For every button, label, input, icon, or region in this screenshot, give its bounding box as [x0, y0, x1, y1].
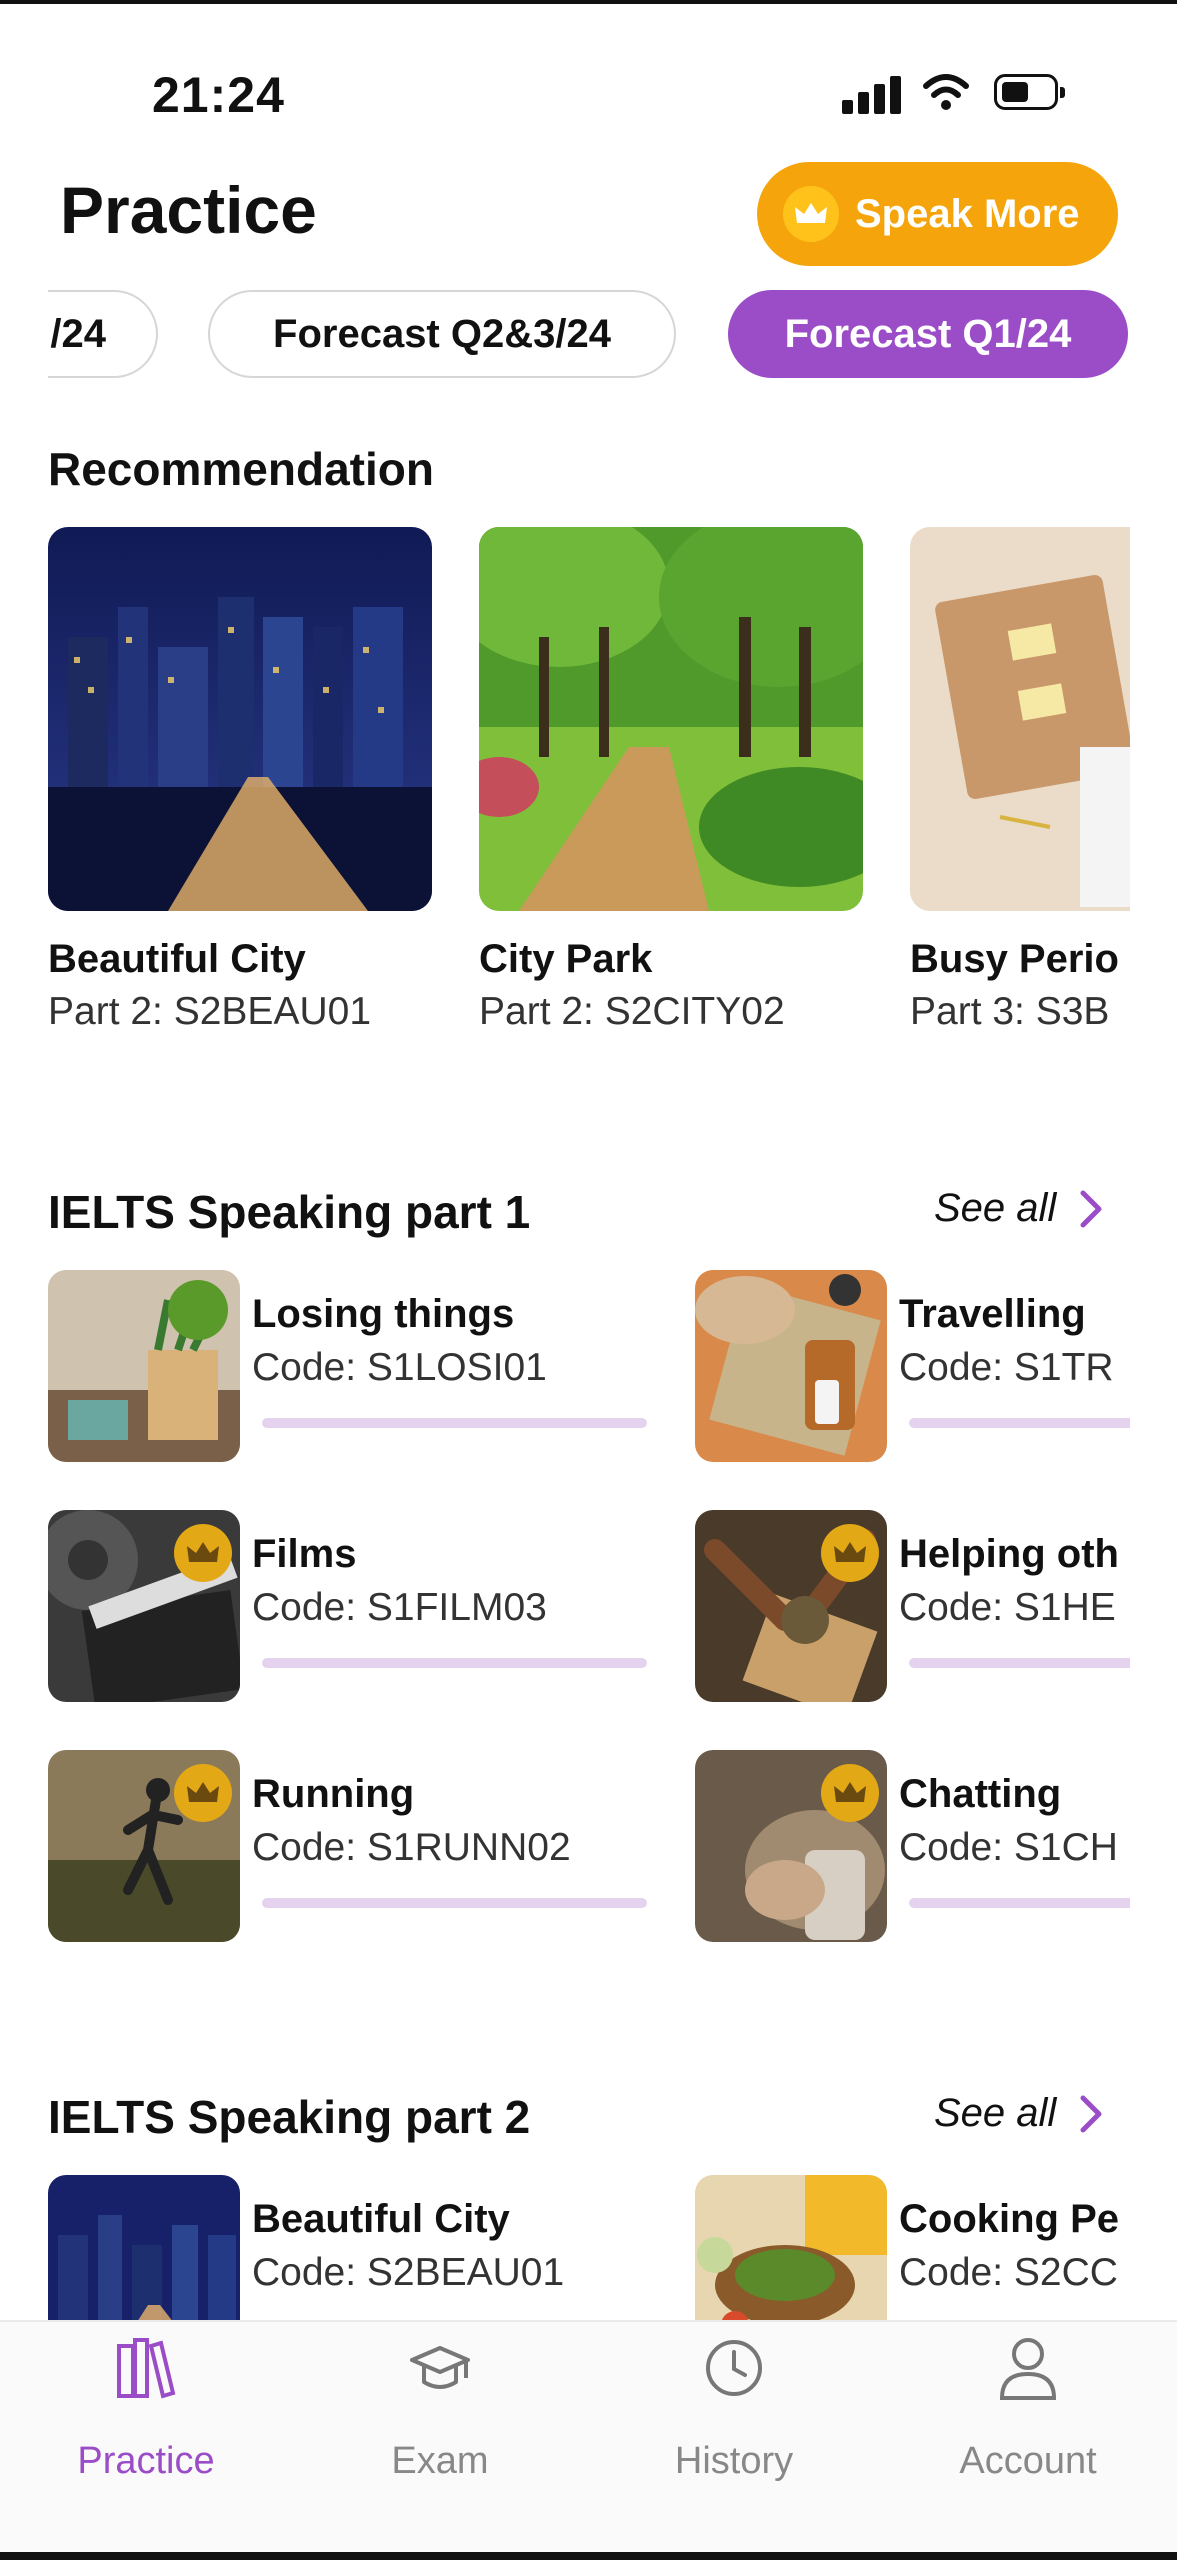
- nav-label: Practice: [77, 2440, 215, 2482]
- recommendation-card[interactable]: City Park Part 2: S2CITY02: [479, 527, 863, 1034]
- chevron-right-icon: [1080, 1190, 1102, 1227]
- lesson-code: Code: S1TR: [899, 1346, 1114, 1389]
- wifi-icon: [923, 74, 969, 110]
- lesson-title: Losing things: [252, 1292, 515, 1336]
- bottom-edge: [0, 2552, 1177, 2560]
- battery-icon: [994, 74, 1065, 110]
- progress-bar: [909, 1898, 1130, 1908]
- page-title: Practice: [60, 173, 317, 247]
- recommendation-title-text: City Park: [479, 937, 653, 981]
- clock-icon: [706, 2340, 762, 2396]
- see-all-label: See all: [934, 1186, 1057, 1230]
- crown-icon: [174, 1524, 232, 1582]
- progress-bar: [262, 1898, 647, 1908]
- lesson-title: Cooking Pe: [899, 2197, 1120, 2241]
- lesson-code: Code: S1LOSI01: [252, 1346, 547, 1389]
- lesson-title: Helping oth: [899, 1532, 1119, 1576]
- lesson-code: Code: S1FILM03: [252, 1586, 547, 1629]
- recommendation-card[interactable]: Busy Perio Part 3: S3B: [910, 527, 1130, 1034]
- progress-bar: [909, 1658, 1130, 1668]
- desk-organizer-image: [48, 1270, 240, 1462]
- cooking-image: [695, 2175, 887, 2320]
- recommendation-card[interactable]: Beautiful City Part 2: S2BEAU01: [48, 527, 432, 1034]
- nav-practice[interactable]: Practice: [36, 2322, 256, 2522]
- lesson-title: Beautiful City: [252, 2197, 510, 2241]
- donation-box-image: [695, 1510, 887, 1702]
- lesson-title: Films: [252, 1532, 357, 1576]
- lesson-item[interactable]: Running Code: S1RUNN02: [48, 1750, 648, 1944]
- speak-more-button[interactable]: Speak More: [757, 162, 1118, 266]
- recommendation-title: Recommendation: [48, 443, 434, 495]
- lesson-title: Chatting: [899, 1772, 1062, 1816]
- lesson-code: Code: S2CC: [899, 2251, 1118, 2294]
- recommendation-title-text: Busy Perio: [910, 937, 1119, 981]
- park-image: [479, 527, 863, 911]
- lesson-code: Code: S1RUNN02: [252, 1826, 571, 1869]
- lesson-item[interactable]: Losing things Code: S1LOSI01: [48, 1270, 648, 1464]
- lesson-title: Running: [252, 1772, 415, 1816]
- chevron-right-icon: [1080, 2095, 1102, 2132]
- lesson-item[interactable]: Beautiful City Code: S2BEAU01: [48, 2175, 648, 2320]
- nav-label: History: [674, 2440, 794, 2482]
- nav-exam[interactable]: Exam: [330, 2322, 550, 2522]
- books-icon: [117, 2338, 176, 2399]
- lesson-title: Travelling: [899, 1292, 1086, 1336]
- phone-chat-image: [695, 1750, 887, 1942]
- nav-history[interactable]: History: [624, 2322, 844, 2522]
- recommendation-list: Beautiful City Part 2: S2BEAU01 City Par…: [48, 527, 1130, 1047]
- status-time: 21:24: [152, 67, 285, 123]
- lesson-code: Code: S1HE: [899, 1586, 1116, 1629]
- lesson-item[interactable]: Chatting Code: S1CH: [695, 1750, 1130, 1944]
- recommendation-code: Part 2: S2BEAU01: [48, 990, 372, 1033]
- speaking-part2-see-all[interactable]: See all: [934, 2091, 1104, 2136]
- signal-icon: [842, 76, 902, 114]
- progress-bar: [262, 1418, 647, 1428]
- recommendation-code: Part 2: S2CITY02: [479, 990, 785, 1033]
- chip-label: /24: [50, 311, 106, 356]
- notebook-desk-image: [910, 527, 1130, 911]
- chip-previous-forecast[interactable]: /24: [48, 290, 158, 378]
- nav-account[interactable]: Account: [918, 2322, 1138, 2522]
- crown-icon: [821, 1524, 879, 1582]
- recommendation-title-text: Beautiful City: [48, 937, 306, 981]
- lesson-code: Code: S1CH: [899, 1826, 1118, 1869]
- chip-forecast-q1[interactable]: Forecast Q1/24: [728, 290, 1128, 378]
- speaking-part1-see-all[interactable]: See all: [934, 1186, 1104, 1231]
- chip-label: Forecast Q2&3/24: [273, 311, 611, 356]
- crown-icon: [821, 1764, 879, 1822]
- bottom-nav: Practice Exam History Account: [0, 2320, 1177, 2554]
- crown-icon: [174, 1764, 232, 1822]
- nav-label: Account: [959, 2440, 1097, 2482]
- lesson-item[interactable]: Helping oth Code: S1HE: [695, 1510, 1130, 1704]
- travel-map-image: [695, 1270, 887, 1462]
- chip-forecast-q2-q3[interactable]: Forecast Q2&3/24: [208, 290, 676, 378]
- city-night-image: [48, 2175, 240, 2320]
- speak-more-label: Speak More: [855, 191, 1080, 236]
- person-icon: [999, 2338, 1057, 2400]
- city-night-image: [48, 527, 432, 911]
- filter-chips: /24 Forecast Q2&3/24 Forecast Q1/24: [48, 290, 1130, 382]
- progress-bar: [909, 1418, 1130, 1428]
- lesson-item[interactable]: Cooking Pe Code: S2CC: [695, 2175, 1130, 2320]
- crown-icon: [783, 186, 839, 242]
- progress-bar: [262, 1658, 647, 1668]
- nav-label: Exam: [391, 2440, 489, 2482]
- runner-image: [48, 1750, 240, 1942]
- chip-label: Forecast Q1/24: [784, 311, 1072, 356]
- lesson-item[interactable]: Films Code: S1FILM03: [48, 1510, 648, 1704]
- see-all-label: See all: [934, 2091, 1057, 2135]
- speaking-part2-title: IELTS Speaking part 2: [48, 2091, 531, 2143]
- speaking-part2-list: Beautiful City Code: S2BEAU01 Cooking Pe…: [48, 2175, 1130, 2320]
- graduation-cap-icon: [410, 2346, 470, 2389]
- lesson-item[interactable]: Travelling Code: S1TR: [695, 1270, 1130, 1464]
- lesson-code: Code: S2BEAU01: [252, 2251, 565, 2294]
- top-edge: [0, 0, 1177, 4]
- speaking-part1-title: IELTS Speaking part 1: [48, 1186, 531, 1238]
- lesson-column-right: Travelling Code: S1TR Helping oth Code: …: [695, 1260, 1130, 1980]
- film-clapper-image: [48, 1510, 240, 1702]
- recommendation-code: Part 3: S3B: [910, 990, 1110, 1033]
